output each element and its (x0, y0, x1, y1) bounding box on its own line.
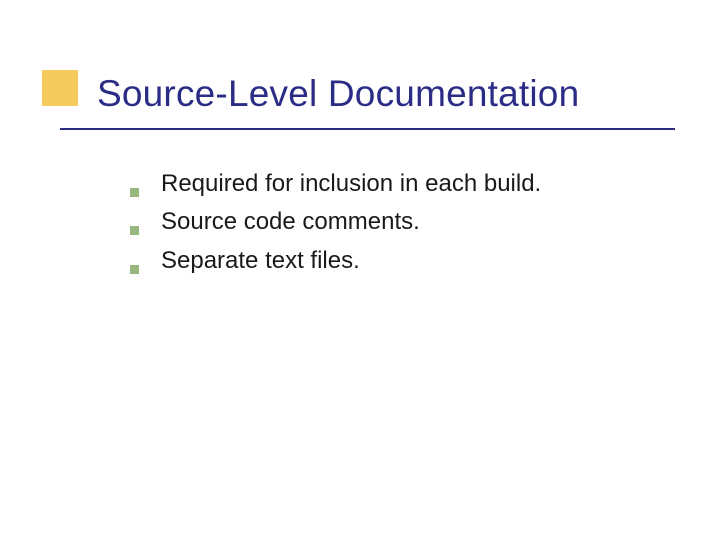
slide-title: Source-Level Documentation (97, 74, 677, 124)
square-bullet-icon (130, 188, 139, 197)
bullet-text: Source code comments. (161, 206, 420, 238)
list-item: Separate text files. (130, 245, 650, 277)
square-bullet-icon (130, 226, 139, 235)
bullet-list: Required for inclusion in each build. So… (130, 168, 650, 283)
title-area: Source-Level Documentation (97, 74, 677, 124)
list-item: Required for inclusion in each build. (130, 168, 650, 200)
title-accent-box (42, 70, 78, 106)
slide: Source-Level Documentation Required for … (0, 0, 720, 540)
square-bullet-icon (130, 265, 139, 274)
bullet-text: Required for inclusion in each build. (161, 168, 541, 200)
bullet-text: Separate text files. (161, 245, 360, 277)
list-item: Source code comments. (130, 206, 650, 238)
title-underline (60, 128, 675, 130)
